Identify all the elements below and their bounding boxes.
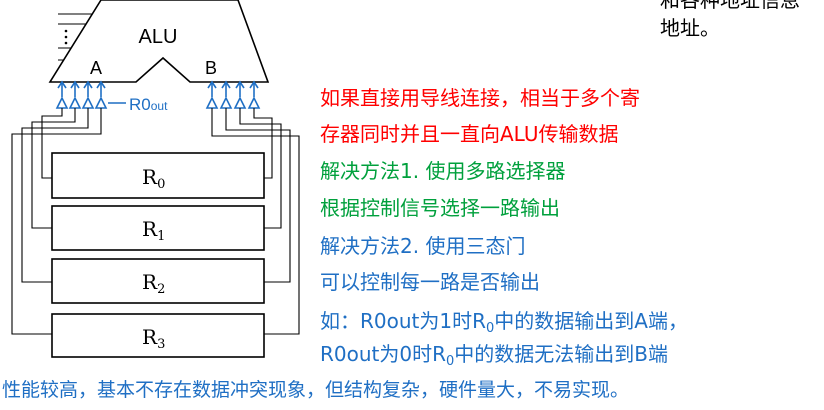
register-r2-base: R [142, 270, 158, 294]
r0out-subscript: out [151, 99, 168, 113]
example-line1-post: 中的数据输出到A端， [494, 309, 688, 333]
solution2-desc: 可以控制每一路是否输出 [320, 270, 540, 294]
example-line2-post: 中的数据无法输出到B端 [454, 342, 669, 366]
example-line1: 如：R0out为1时R0中的数据输出到A端， [320, 309, 688, 341]
register-r3-label: R3 [142, 325, 165, 357]
example-line2: R0out为0时R0中的数据无法输出到B端 [320, 342, 668, 374]
register-r3-base: R [142, 325, 158, 349]
port-b-arrows [207, 80, 259, 97]
register-r0-label: R0 [142, 165, 165, 197]
register-r2-sub: 2 [157, 282, 166, 297]
example-line1-pre: 如：R0out为1时R [320, 309, 486, 333]
register-r0-base: R [142, 165, 158, 189]
r0out-base: R0 [129, 95, 151, 114]
register-r3-sub: 3 [157, 337, 166, 352]
register-r0-sub: 0 [157, 177, 166, 192]
solution1-desc: 根据控制信号选择一路输出 [320, 196, 560, 220]
register-r1-sub: 1 [157, 229, 166, 244]
ellipsis-dots [64, 29, 68, 45]
register-r1-base: R [142, 217, 158, 241]
corner-text-line1: 和各种地址信息 [660, 0, 800, 12]
r0out-label: R0out [129, 95, 168, 114]
footer-summary: 性能较高，基本不存在数据冲突现象，但结构复杂，硬件量大，不易实现。 [2, 379, 630, 401]
tristate-gates-a [55, 96, 108, 109]
solution2-title: 解决方法2. 使用三态门 [320, 234, 526, 258]
alu-port-a-label: A [90, 58, 102, 78]
register-r2-label: R2 [142, 270, 165, 302]
register-r1-label: R1 [142, 217, 165, 249]
problem-line2: 存器同时并且一直向ALU传输数据 [320, 122, 619, 146]
example-line2-pre: R0out为0时R [320, 342, 446, 366]
problem-line1: 如果直接用导线连接，相当于多个寄 [320, 86, 640, 110]
corner-text-line2: 地址。 [660, 16, 720, 40]
tristate-gates-b [205, 96, 261, 109]
alu-port-b-label: B [205, 58, 217, 78]
alu-label: ALU [139, 26, 178, 48]
solution1-title: 解决方法1. 使用多路选择器 [320, 159, 566, 183]
port-a-arrows [57, 80, 106, 97]
